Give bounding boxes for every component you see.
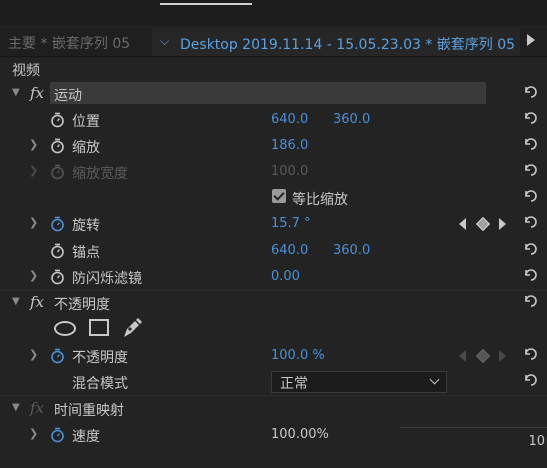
property-speed: ❯ 速度 100.00% xyxy=(0,422,547,448)
property-scale-label: 缩放 xyxy=(72,140,100,156)
blend-mode-dropdown[interactable]: 正常 xyxy=(271,371,447,393)
timeline-view-toggle-icon[interactable] xyxy=(527,34,535,46)
opacity-value[interactable]: 100.0 % xyxy=(271,348,325,363)
effect-controls-tabbar: 主要 * 嵌套序列 05 ⌵ Desktop 2019.11.14 - 15.0… xyxy=(0,28,547,57)
reset-icon[interactable] xyxy=(523,293,539,309)
effect-opacity-name: 不透明度 xyxy=(54,297,110,313)
rotation-value[interactable]: 15.7 ° xyxy=(271,216,311,231)
stopwatch-icon[interactable] xyxy=(50,112,65,128)
reset-icon[interactable] xyxy=(523,372,539,388)
add-keyframe-icon[interactable] xyxy=(475,348,491,364)
property-rotation-label: 旋转 xyxy=(72,218,100,234)
scale-width-value: 100.0 xyxy=(271,164,309,179)
fx-icon[interactable]: fx xyxy=(30,293,44,311)
section-video-header: 视频 xyxy=(0,56,547,82)
anchor-y-value[interactable]: 360.0 xyxy=(333,243,370,258)
reset-icon[interactable] xyxy=(523,84,539,100)
reset-icon[interactable] xyxy=(523,214,539,230)
reset-icon[interactable] xyxy=(523,267,539,283)
stopwatch-icon[interactable] xyxy=(50,269,65,285)
speed-graph-line xyxy=(400,427,547,428)
stopwatch-icon[interactable] xyxy=(50,138,65,154)
expand-twirl-icon: ❯ xyxy=(29,164,39,177)
fx-icon: fx xyxy=(30,399,45,417)
uniform-scale-checkbox[interactable] xyxy=(272,189,286,203)
property-uniform-scale: 等比缩放 xyxy=(0,185,547,211)
expand-twirl-icon[interactable]: ▼ xyxy=(12,402,20,413)
stopwatch-icon xyxy=(51,164,64,180)
reset-icon[interactable] xyxy=(523,162,539,178)
ellipse-mask-icon[interactable] xyxy=(54,321,76,336)
tab-sequence-clip-label: Desktop 2019.11.14 - 15.05.23.03 * 嵌套序列 … xyxy=(180,37,516,53)
position-x-value[interactable]: 640.0 xyxy=(271,112,308,127)
speed-value[interactable]: 100.00% xyxy=(271,427,329,442)
property-scale-width-label: 缩放宽度 xyxy=(72,166,128,182)
reset-icon[interactable] xyxy=(523,346,539,362)
uniform-scale-label: 等比缩放 xyxy=(292,192,348,208)
expand-twirl-icon[interactable]: ❯ xyxy=(29,216,38,229)
fx-icon[interactable]: fx xyxy=(30,84,44,102)
tab-sequence-clip[interactable]: ⌵ Desktop 2019.11.14 - 15.05.23.03 * 嵌套序… xyxy=(152,28,520,56)
effect-selection-highlight xyxy=(50,82,486,104)
antiflicker-value[interactable]: 0.00 xyxy=(271,269,300,284)
next-keyframe-icon[interactable] xyxy=(499,350,506,362)
add-keyframe-icon[interactable] xyxy=(475,216,491,232)
effect-time-remap-name: 时间重映射 xyxy=(54,403,124,419)
effect-time-remapping[interactable]: ▼ fx 时间重映射 xyxy=(0,396,547,422)
next-keyframe-icon[interactable] xyxy=(499,218,506,230)
position-y-value[interactable]: 360.0 xyxy=(333,112,370,127)
effect-motion[interactable]: ▼ fx 运动 xyxy=(0,81,547,107)
timeline-ruler-value: 10 xyxy=(528,434,545,449)
property-blend-mode: 混合模式 正常 xyxy=(0,369,547,395)
expand-twirl-icon[interactable]: ▼ xyxy=(12,296,20,307)
stopwatch-active-icon[interactable] xyxy=(50,348,65,364)
property-antiflicker-label: 防闪烁滤镜 xyxy=(72,271,142,287)
panel-top-strip xyxy=(0,0,547,26)
active-panel-indicator xyxy=(160,3,252,5)
expand-twirl-icon[interactable]: ❯ xyxy=(29,348,38,361)
property-blend-label: 混合模式 xyxy=(72,376,128,392)
expand-twirl-icon[interactable]: ❯ xyxy=(29,427,38,440)
property-position-label: 位置 xyxy=(72,114,100,130)
property-scale: ❯ 缩放 186.0 xyxy=(0,133,547,159)
expand-twirl-icon[interactable]: ❯ xyxy=(29,269,38,282)
property-opacity: ❯ 不透明度 100.0 % xyxy=(0,343,547,369)
scale-value[interactable]: 186.0 xyxy=(271,138,308,153)
effect-opacity[interactable]: ▼ fx 不透明度 xyxy=(0,290,547,316)
stopwatch-active-icon[interactable] xyxy=(50,427,65,443)
previous-keyframe-icon[interactable] xyxy=(459,218,466,230)
reset-icon[interactable] xyxy=(523,188,539,204)
expand-twirl-icon[interactable]: ▼ xyxy=(12,87,20,98)
blend-mode-value: 正常 xyxy=(280,376,308,392)
property-scale-width: ❯ 缩放宽度 100.0 xyxy=(0,159,547,185)
property-anchor-point: 锚点 640.0 360.0 xyxy=(0,238,547,264)
previous-keyframe-icon[interactable] xyxy=(459,350,466,362)
property-antiflicker: ❯ 防闪烁滤镜 0.00 xyxy=(0,264,547,290)
pen-mask-icon[interactable] xyxy=(120,316,144,340)
reset-icon[interactable] xyxy=(523,110,539,126)
stopwatch-icon[interactable] xyxy=(50,243,65,259)
mask-tools-row xyxy=(0,316,547,342)
property-rotation: ❯ 旋转 15.7 ° xyxy=(0,211,547,237)
property-opacity-label: 不透明度 xyxy=(72,350,128,366)
tab-master-clip[interactable]: 主要 * 嵌套序列 05 xyxy=(8,33,130,53)
rectangle-mask-icon[interactable] xyxy=(89,319,109,336)
chevron-down-icon xyxy=(429,374,440,385)
chevron-down-icon: ⌵ xyxy=(160,34,170,48)
section-video-label: 视频 xyxy=(12,63,40,79)
property-position: 位置 640.0 360.0 xyxy=(0,107,547,133)
effect-motion-name: 运动 xyxy=(54,88,82,104)
expand-twirl-icon[interactable]: ❯ xyxy=(29,138,38,151)
property-anchor-label: 锚点 xyxy=(72,245,100,261)
reset-icon[interactable] xyxy=(523,241,539,257)
stopwatch-active-icon[interactable] xyxy=(50,216,65,232)
anchor-x-value[interactable]: 640.0 xyxy=(271,243,308,258)
reset-icon[interactable] xyxy=(523,136,539,152)
property-speed-label: 速度 xyxy=(72,429,100,445)
